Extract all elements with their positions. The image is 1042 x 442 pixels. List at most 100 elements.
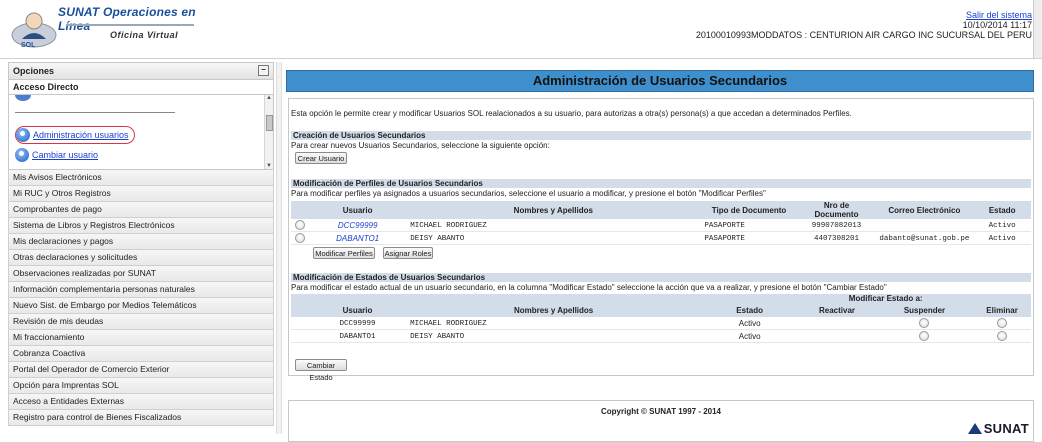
sidebar-item-deudas[interactable]: Revisión de mis deudas [8, 314, 274, 330]
table-row: DCC99999 MICHAEL RODRIGUEZ Activo [291, 317, 1031, 330]
user-email: dabanto@sunat.gob.pe [879, 235, 970, 243]
sunat-sol-logo: SOL SUNAT Operaciones en Línea Oficina V… [8, 3, 198, 53]
scroll-up-icon[interactable]: ▲ [266, 95, 272, 101]
table-header-row: Usuario Nombres y Apellidos Tipo de Docu… [291, 201, 1031, 219]
direct-access-header: Acceso Directo [8, 80, 274, 95]
profiles-table: Usuario Nombres y Apellidos Tipo de Docu… [291, 201, 1031, 245]
sidebar-item-informacion[interactable]: Información complementaria personas natu… [8, 282, 274, 298]
suspend-radio[interactable] [919, 331, 930, 341]
direct-access-panel: Administración usuarios Cambiar usuario … [8, 95, 274, 170]
user-link[interactable]: DABANTO1 [336, 234, 379, 243]
sidebar-item-bienes[interactable]: Registro para control de Bienes Fiscaliz… [8, 410, 274, 426]
sol-badge-icon: SOL [11, 12, 57, 49]
sidebar-item-entidades[interactable]: Acceso a Entidades Externas [8, 394, 274, 410]
direct-access-link[interactable]: Administración usuarios [33, 130, 129, 140]
direct-access-item-admin-users[interactable]: Administración usuarios [15, 126, 135, 144]
document-type: PASAPORTE [704, 235, 745, 243]
section-create-heading: Creación de Usuarios Secundarios [291, 131, 1031, 140]
user-name: MICHAEL RODRIGUEZ [410, 222, 487, 230]
user-name: DEISY ABANTO [410, 235, 465, 243]
copyright-text: Copyright © SUNAT 1997 - 2014 [601, 407, 721, 416]
sunat-mark-icon [967, 423, 982, 434]
sidebar-options-title: Opciones [13, 66, 55, 76]
column-header: Correo Electrónico [875, 201, 974, 219]
sidebar-item-cobranza[interactable]: Cobranza Coactiva [8, 346, 274, 362]
sidebar-item-imprentas[interactable]: Opción para Imprentas SOL [8, 378, 274, 394]
page-title: Administración de Usuarios Secundarios [286, 70, 1034, 92]
delete-radio[interactable] [997, 331, 1008, 341]
content-panel: Esta opción le permite crear y modificar… [288, 98, 1034, 382]
users-icon [16, 128, 30, 142]
logo-title: SUNAT Operaciones en Línea [58, 5, 196, 33]
section-create-text: Para crear nuevos Usuarios Secundarios, … [291, 141, 550, 150]
users-icon [15, 95, 31, 101]
sidebar-item-avisos[interactable]: Mis Avisos Electrónicos [8, 170, 274, 186]
create-user-button[interactable]: Crear Usuario [295, 152, 347, 164]
user-status: Activo [738, 318, 761, 328]
suspend-radio[interactable] [919, 318, 930, 328]
column-header: Nombres y Apellidos [406, 303, 702, 317]
column-header: Estado [973, 201, 1031, 219]
modify-profiles-button[interactable]: Modificar Perfiles [313, 247, 375, 259]
change-state-button[interactable]: Cambiar Estado [295, 359, 347, 382]
column-header: Reactivar [798, 303, 876, 317]
sidebar-options-header: Opciones − [8, 62, 274, 80]
sidebar-item-ruc[interactable]: Mi RUC y Otros Registros [8, 186, 274, 202]
delete-radio[interactable] [997, 318, 1008, 328]
document-type: PASAPORTE [704, 222, 745, 230]
table-row: DABANTO1 DEISY ABANTO Activo [291, 329, 1031, 343]
header-scrollbar[interactable] [1033, 0, 1042, 58]
sidebar-item-comprobantes[interactable]: Comprobantes de pago [8, 202, 274, 218]
column-header: Usuario [309, 201, 407, 219]
user-name: DEISY ABANTO [410, 333, 465, 341]
header-datetime: 10/10/2014 11:17 [962, 20, 1032, 30]
sidebar-item-otras-declaraciones[interactable]: Otras declaraciones y solicitudes [8, 250, 274, 266]
column-header: Suspender [875, 303, 974, 317]
sidebar-item-declaraciones[interactable]: Mis declaraciones y pagos [8, 234, 274, 250]
page-header: SOL SUNAT Operaciones en Línea Oficina V… [0, 0, 1042, 59]
column-header: Usuario [308, 303, 407, 317]
main-content: Administración de Usuarios Secundarios E… [284, 62, 1036, 442]
user-link[interactable]: DCC99999 [338, 221, 378, 230]
users-icon [15, 148, 29, 162]
divider [15, 112, 175, 113]
user-status: Activo [988, 222, 1016, 230]
sidebar-item-embargo[interactable]: Nuevo Sist. de Embargo por Medios Telemá… [8, 298, 274, 314]
sidebar-item-observaciones[interactable]: Observaciones realizadas por SUNAT [8, 266, 274, 282]
sidebar-menu: Mis Avisos Electrónicos Mi RUC y Otros R… [8, 170, 274, 426]
header-user-info: 20100010993MODDATOS : CENTURION AIR CARG… [695, 30, 1032, 40]
direct-access-item-change-user[interactable]: Cambiar usuario [15, 147, 98, 163]
section-states-text: Para modificar el estado actual de un us… [291, 283, 887, 292]
scroll-down-icon[interactable]: ▼ [266, 163, 272, 169]
select-user-radio[interactable] [295, 233, 305, 243]
table-group-header-row: Modificar Estado a: [291, 294, 1031, 303]
user-name: MICHAEL RODRIGUEZ [410, 320, 487, 328]
collapse-icon[interactable]: − [258, 65, 269, 76]
section-states-heading: Modificación de Estados de Usuarios Secu… [291, 273, 1031, 282]
column-header: Nombres y Apellidos [406, 201, 701, 219]
states-table: Modificar Estado a: Usuario Nombres y Ap… [291, 294, 1031, 343]
intro-text: Esta opción le permite crear y modificar… [291, 109, 852, 118]
sidebar-item-fraccionamiento[interactable]: Mi fraccionamiento [8, 330, 274, 346]
panel-splitter[interactable] [276, 62, 282, 434]
radio-column-header [291, 201, 309, 219]
assign-roles-button[interactable]: Asignar Roles [383, 247, 433, 259]
table-row: DCC99999 MICHAEL RODRIGUEZ PASAPORTE 999… [291, 219, 1031, 232]
svg-text:SOL: SOL [21, 42, 36, 49]
column-header: Estado [701, 303, 799, 317]
sidebar-item-comercio-exterior[interactable]: Portal del Operador de Comercio Exterior [8, 362, 274, 378]
direct-access-link[interactable]: Cambiar usuario [32, 150, 98, 160]
direct-access-scrollbar[interactable]: ▲ ▼ [264, 95, 273, 169]
document-number: 99907082013 [811, 222, 862, 230]
scrollbar-thumb[interactable] [266, 115, 273, 131]
select-user-radio[interactable] [295, 220, 305, 230]
section-profiles-text: Para modificar perfiles ya asignados a u… [291, 189, 766, 198]
user-id: DABANTO1 [339, 333, 376, 341]
logo-rule [66, 24, 194, 26]
sidebar-item-libros[interactable]: Sistema de Libros y Registros Electrónic… [8, 218, 274, 234]
logout-link[interactable]: Salir del sistema [966, 10, 1032, 20]
user-status: Activo [738, 331, 761, 341]
user-id: DCC99999 [339, 320, 376, 328]
section-profiles-heading: Modificación de Perfiles de Usuarios Sec… [291, 179, 1031, 188]
sidebar: Opciones − Acceso Directo Administración… [8, 62, 274, 434]
